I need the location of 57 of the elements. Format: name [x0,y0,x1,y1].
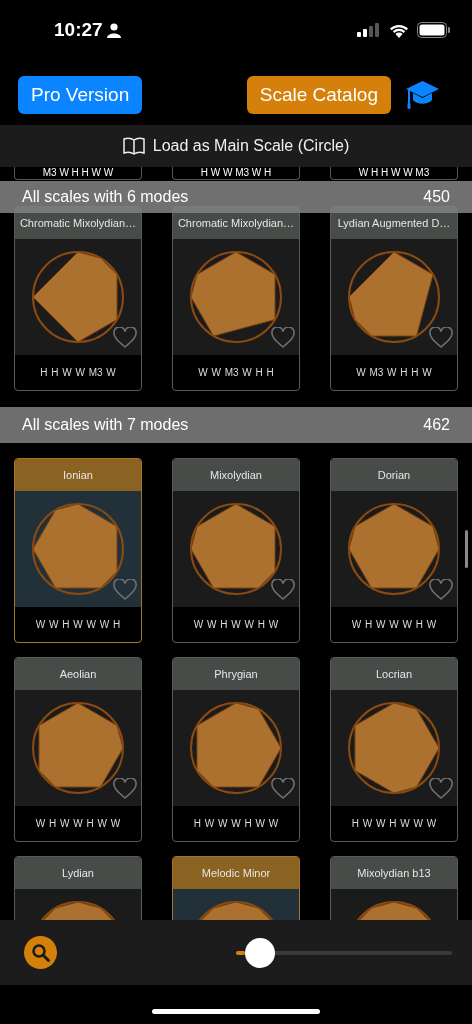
signal-icon [357,23,381,37]
scale-name: Melodic Minor [173,857,299,889]
scale-count: 462 [423,416,450,434]
step-pattern: W W M3 W H H [198,367,274,378]
scale-name: Mixolydian b13 [331,857,457,889]
step-pattern: W H W W W H W [351,619,437,630]
step-pattern: M3 W H H W W [14,167,142,180]
scale-card[interactable]: Melodic Minor [172,856,300,920]
heart-icon[interactable] [429,327,453,349]
scale-card[interactable]: Phrygian H W W W H W W [172,657,300,842]
step-pattern: W M3 W H H W [356,367,432,378]
step-pattern: H W W W H W W [193,818,279,829]
step-pattern: W W H W W H W [193,619,279,630]
section-title: All scales with 7 modes [22,416,190,434]
scale-name: Ionian [15,459,141,491]
heart-icon[interactable] [429,579,453,601]
heart-icon[interactable] [113,327,137,349]
person-icon [106,22,121,38]
step-pattern: W H H W W M3 [330,167,458,180]
scale-card[interactable]: Ionian W W H W W W H [14,458,142,643]
heart-icon[interactable] [113,778,137,800]
book-icon [122,137,145,155]
scale-card[interactable]: Mixolydian b13 [330,856,458,920]
status-time: 10:27 [54,19,103,41]
scale-name: Locrian [331,658,457,690]
scale-card[interactable]: Aeolian W H W W H W W [14,657,142,842]
wifi-icon [389,22,409,38]
step-pattern: W H W W H W W [35,818,121,829]
scale-name: Phrygian [173,658,299,690]
scale-name: Aeolian [15,658,141,690]
heart-icon[interactable] [271,778,295,800]
heart-icon[interactable] [271,579,295,601]
graduation-cap-icon[interactable] [405,80,440,110]
zoom-slider[interactable] [236,937,452,968]
section-title: All scales with 6 modes [22,188,190,206]
heart-icon[interactable] [429,778,453,800]
step-pattern: H W W H W W W [351,818,437,829]
scale-name: Lydian [15,857,141,889]
slider-thumb[interactable] [244,937,275,968]
heart-icon[interactable] [113,579,137,601]
scale-card[interactable]: Locrian H W W H W W W [330,657,458,842]
upgrade-button[interactable]: Pro Version [18,76,143,114]
battery-icon [417,22,450,38]
step-pattern: W W H W W W H [35,619,121,630]
scale-name: Dorian [331,459,457,491]
scale-count: 450 [423,188,450,206]
scale-card[interactable]: Lydian [14,856,142,920]
search-button[interactable] [24,936,57,969]
step-pattern: H W W M3 W H [172,167,300,180]
scale-card[interactable]: Dorian W H W W W H W [330,458,458,643]
scale-name: Mixolydian [173,459,299,491]
load-scale-button[interactable]: Load as Main Scale (Circle) [0,125,472,167]
step-pattern: H H W W M3 W [40,367,116,378]
heart-icon[interactable] [271,327,295,349]
search-icon [30,942,51,963]
scrollbar[interactable] [465,530,468,568]
scale-card[interactable]: Mixolydian W W H W W H W [172,458,300,643]
